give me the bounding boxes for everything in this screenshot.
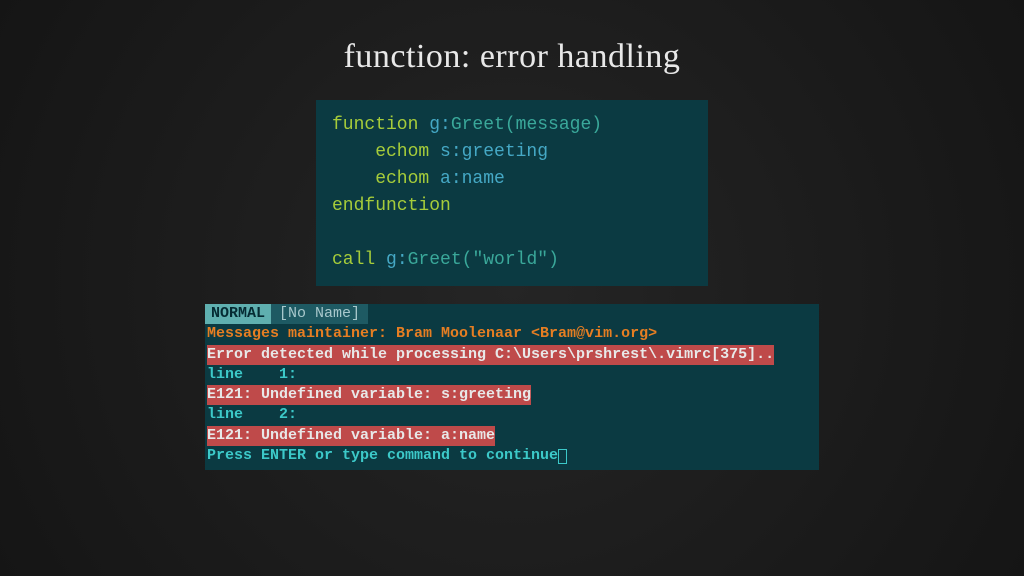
scope-g: g:	[375, 250, 407, 270]
messages-maintainer: Messages maintainer: Bram Moolenaar <Bra…	[205, 324, 819, 344]
blank-line	[332, 223, 343, 243]
code-line-1: function g:Greet(message)	[332, 112, 692, 139]
keyword-echom: echom	[332, 142, 429, 162]
cursor-icon	[558, 449, 567, 464]
line-number-2: line 2:	[205, 405, 819, 425]
string-literal: "world"	[472, 250, 548, 270]
paren-open: (	[505, 115, 516, 135]
paren-close: )	[548, 250, 559, 270]
var-name: name	[462, 169, 505, 189]
terminal-output: NORMAL [No Name] Messages maintainer: Br…	[205, 304, 819, 470]
file-name: [No Name]	[271, 304, 368, 324]
scope-g: g:	[418, 115, 450, 135]
paren-close: )	[591, 115, 602, 135]
line-number-1: line 1:	[205, 365, 819, 385]
code-line-4: endfunction	[332, 193, 692, 220]
function-name: Greet	[451, 115, 505, 135]
keyword-endfunction: endfunction	[332, 196, 451, 216]
code-block: function g:Greet(message) echom s:greeti…	[316, 100, 708, 286]
error-1: E121: Undefined variable: s:greeting	[207, 385, 531, 405]
code-line-6: call g:Greet("world")	[332, 247, 692, 274]
code-line-5	[332, 220, 692, 247]
error-header-line: Error detected while processing C:\Users…	[205, 345, 819, 365]
status-line: NORMAL [No Name]	[205, 304, 819, 324]
error-2-line: E121: Undefined variable: a:name	[205, 426, 819, 446]
slide-title: function: error handling	[0, 0, 1024, 76]
keyword-function: function	[332, 115, 418, 135]
press-enter-text: Press ENTER or type command to continue	[207, 447, 558, 464]
error-header: Error detected while processing C:\Users…	[207, 345, 774, 365]
keyword-call: call	[332, 250, 375, 270]
var-greeting: greeting	[462, 142, 548, 162]
paren-open: (	[462, 250, 473, 270]
scope-a: a:	[429, 169, 461, 189]
error-2: E121: Undefined variable: a:name	[207, 426, 495, 446]
code-line-2: echom s:greeting	[332, 139, 692, 166]
keyword-echom: echom	[332, 169, 429, 189]
mode-badge: NORMAL	[205, 304, 271, 324]
error-1-line: E121: Undefined variable: s:greeting	[205, 385, 819, 405]
code-line-3: echom a:name	[332, 166, 692, 193]
press-enter-line: Press ENTER or type command to continue	[205, 446, 819, 466]
function-name: Greet	[408, 250, 462, 270]
argument: message	[516, 115, 592, 135]
scope-s: s:	[429, 142, 461, 162]
